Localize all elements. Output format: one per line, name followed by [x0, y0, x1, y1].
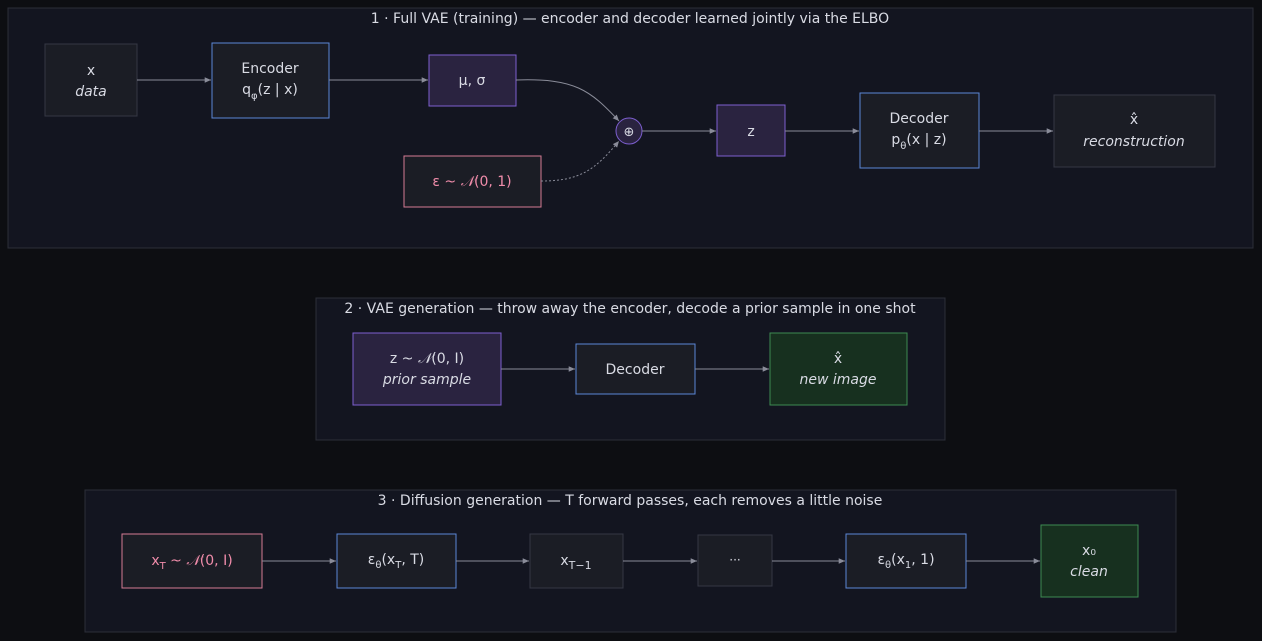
node-x-sublabel: data	[75, 84, 107, 100]
new-image-label: x̂	[834, 351, 842, 367]
epsilon-label: ε ~ 𝒩(0, 1)	[432, 174, 511, 190]
node-xT-noise: xT ~ 𝒩(0, I)	[121, 533, 263, 589]
ellipsis-label: ···	[729, 553, 740, 567]
node-denoise-step-T: εθ(xT, T)	[336, 533, 457, 589]
encoder-label: Encoder	[241, 61, 298, 77]
prior-label: z ~ 𝒩(0, I)	[390, 351, 464, 367]
node-x-data: x data	[44, 43, 138, 117]
panel3-title: 3 · Diffusion generation — T forward pas…	[378, 493, 883, 509]
node-encoder: Encoder qφ(z | x)	[211, 42, 330, 119]
decoder-gen-label: Decoder	[606, 362, 665, 378]
node-reconstruction: x̂ reconstruction	[1053, 94, 1216, 168]
node-prior-sample: z ~ 𝒩(0, I) prior sample	[352, 332, 502, 406]
new-image-sublabel: new image	[800, 372, 877, 388]
panel2-title: 2 · VAE generation — throw away the enco…	[344, 301, 916, 317]
node-epsilon: ε ~ 𝒩(0, 1)	[403, 155, 542, 208]
reconstruction-sublabel: reconstruction	[1083, 134, 1184, 150]
node-denoise-step-1: εθ(x1, 1)	[845, 533, 967, 589]
prior-sublabel: prior sample	[382, 372, 471, 388]
node-z: z	[716, 104, 786, 157]
panel1-title: 1 · Full VAE (training) — encoder and de…	[371, 11, 889, 27]
node-xT-minus-1: xT−1	[529, 533, 624, 589]
node-mu-sigma: μ, σ	[428, 54, 517, 107]
combine-op: ⊕	[615, 117, 643, 145]
z-label: z	[747, 124, 754, 140]
mu-sigma-label: μ, σ	[459, 73, 486, 89]
combine-icon: ⊕	[624, 125, 635, 140]
x0-sublabel: clean	[1070, 564, 1108, 580]
node-x0-clean: x₀ clean	[1040, 524, 1139, 598]
x0-label: x₀	[1082, 543, 1096, 559]
node-decoder: Decoder pθ(x | z)	[859, 92, 980, 169]
reconstruction-label: x̂	[1130, 112, 1138, 128]
node-decoder-gen: Decoder	[575, 343, 696, 395]
node-ellipsis: ···	[697, 534, 773, 587]
node-new-image: x̂ new image	[769, 332, 908, 406]
decoder-label: Decoder	[890, 111, 949, 127]
node-x-label: x	[87, 63, 95, 79]
diagram-canvas: 1 · Full VAE (training) — encoder and de…	[7, 7, 1254, 633]
